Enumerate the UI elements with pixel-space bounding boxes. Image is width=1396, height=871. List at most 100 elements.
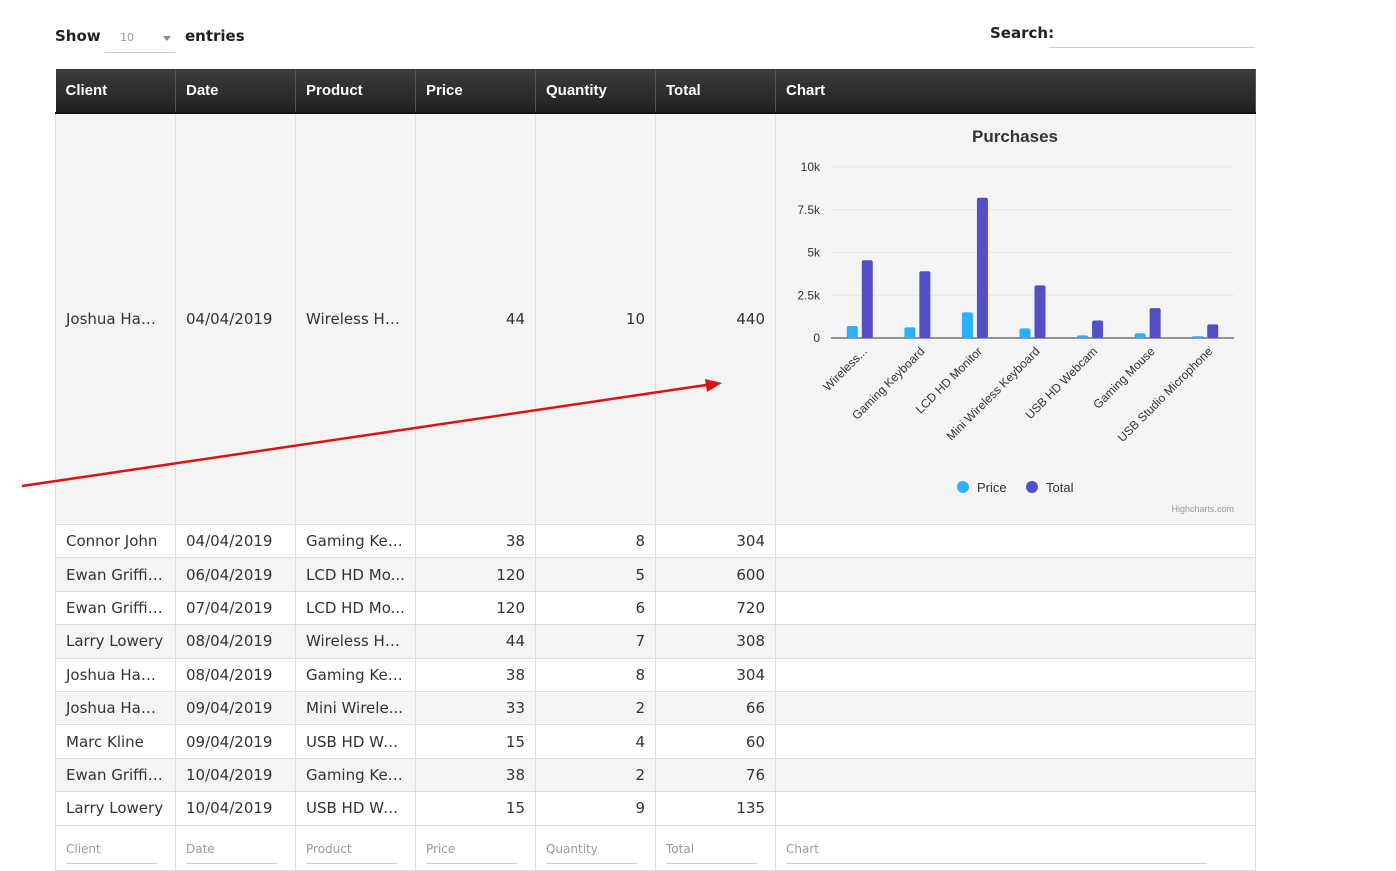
cell-total: 720 — [655, 590, 776, 626]
x-tick-label: Mini Wireless Keyboard — [944, 344, 1043, 443]
cell-price: 38 — [415, 523, 536, 559]
data-table: Client Date Product Price Quantity Total… — [55, 69, 1256, 871]
table-row[interactable]: Joshua Ham... 04/04/2019 Wireless He... … — [55, 112, 1256, 525]
cell-price: 120 — [415, 590, 536, 626]
cell-date: 06/04/2019 — [175, 557, 296, 592]
filter-client-input[interactable] — [66, 835, 157, 864]
cell-date: 08/04/2019 — [175, 657, 296, 692]
table-row[interactable]: Larry Lowery 10/04/2019 USB HD We... 15 9 135 — [55, 791, 1256, 826]
table-row[interactable]: Marc Kline 09/04/2019 USB HD We... 15 4 60 — [55, 724, 1256, 759]
table-row[interactable]: Ewan Griffiths 10/04/2019 Gaming Key... 38 2… — [55, 757, 1256, 793]
table-row[interactable]: Ewan Griffiths 07/04/2019 LCD HD Mo... 120 6… — [55, 590, 1256, 626]
filter-price-input[interactable] — [426, 835, 517, 864]
y-tick-label: 2.5k — [797, 288, 821, 302]
cell-product: LCD HD Mo... — [295, 557, 416, 592]
table-row[interactable]: Ewan Griffiths 06/04/2019 LCD HD Mo... 120 5… — [55, 557, 1256, 592]
column-header-quantity[interactable]: Quantity — [535, 69, 656, 114]
cell-client: Ewan Griffiths — [55, 757, 176, 793]
table-row[interactable]: Larry Lowery 08/04/2019 Wireless He... 44 7 3… — [55, 624, 1256, 659]
table-row[interactable]: Joshua Ham... 08/04/2019 Gaming Key... 38 8 3… — [55, 657, 1256, 692]
cell-total: 60 — [655, 724, 776, 759]
cell-price: 38 — [415, 757, 536, 793]
filter-chart-input[interactable] — [786, 835, 1207, 864]
search-label: Search: — [990, 24, 1055, 42]
entries-label: entries — [185, 27, 245, 45]
cell-date: 04/04/2019 — [175, 523, 296, 559]
cell-product: Gaming Key... — [295, 523, 416, 559]
cell-date: 04/04/2019 — [175, 112, 296, 525]
cell-date: 08/04/2019 — [175, 624, 296, 659]
cell-client: Joshua Ham... — [55, 657, 176, 692]
cell-product: LCD HD Mo... — [295, 590, 416, 626]
cell-client: Ewan Griffiths — [55, 557, 176, 592]
cell-price: 44 — [415, 112, 536, 525]
bar-total — [919, 271, 931, 338]
cell-date: 10/04/2019 — [175, 791, 296, 826]
cell-total: 440 — [655, 112, 776, 525]
cell-chart — [775, 523, 1256, 559]
filter-quantity-input[interactable] — [546, 835, 637, 864]
cell-chart — [775, 757, 1256, 793]
cell-total: 308 — [655, 624, 776, 659]
cell-product: Wireless He... — [295, 624, 416, 659]
cell-client: Joshua Ham... — [55, 690, 176, 726]
cell-chart — [775, 557, 1256, 592]
column-header-client[interactable]: Client — [55, 69, 176, 114]
cell-quantity: 5 — [535, 557, 656, 592]
cell-total: 76 — [655, 757, 776, 793]
bar-price — [846, 326, 858, 338]
cell-client: Marc Kline — [55, 724, 176, 759]
cell-chart — [775, 791, 1256, 826]
filter-product-input[interactable] — [306, 835, 397, 864]
cell-client: Joshua Ham... — [55, 112, 176, 525]
search-input[interactable] — [1049, 22, 1255, 48]
table-row[interactable]: Joshua Ham... 09/04/2019 Mini Wirele... 33 2… — [55, 690, 1256, 726]
bar-price — [904, 327, 916, 338]
cell-price: 120 — [415, 557, 536, 592]
chevron-down-icon — [163, 36, 171, 41]
legend-marker-price — [957, 481, 969, 493]
column-header-date[interactable]: Date — [175, 69, 296, 114]
bar-total — [1092, 320, 1104, 338]
cell-chart — [775, 624, 1256, 659]
bar-total — [1207, 324, 1219, 338]
header-row: Client Date Product Price Quantity Total… — [55, 69, 1256, 114]
cell-quantity: 2 — [535, 690, 656, 726]
cell-client: Larry Lowery — [55, 791, 176, 826]
column-header-product[interactable]: Product — [295, 69, 416, 114]
cell-total: 304 — [655, 657, 776, 692]
cell-date: 07/04/2019 — [175, 590, 296, 626]
filter-total-input[interactable] — [666, 835, 757, 864]
x-tick-label: USB Studio Microphone — [1115, 344, 1216, 445]
entries-length-select[interactable]: 10 — [105, 25, 175, 53]
bar-price — [1077, 335, 1089, 338]
cell-date: 09/04/2019 — [175, 724, 296, 759]
cell-quantity: 6 — [535, 590, 656, 626]
legend-label-price: Price — [977, 480, 1007, 495]
chart-cell: Purchases 0 2.5k 5k 7.5k 10k Wireless... Gaming… — [775, 112, 1256, 525]
cell-quantity: 9 — [535, 791, 656, 826]
bar-price — [961, 312, 973, 338]
cell-quantity: 8 — [535, 657, 656, 692]
column-header-price[interactable]: Price — [415, 69, 536, 114]
cell-product: Wireless He... — [295, 112, 416, 525]
filter-date-input[interactable] — [186, 835, 277, 864]
legend-label-total: Total — [1046, 480, 1074, 495]
cell-price: 38 — [415, 657, 536, 692]
bar-total — [861, 260, 873, 338]
cell-product: USB HD We... — [295, 791, 416, 826]
bar-total — [1149, 308, 1161, 338]
column-header-chart[interactable]: Chart — [775, 69, 1256, 114]
cell-total: 600 — [655, 557, 776, 592]
cell-quantity: 7 — [535, 624, 656, 659]
table-controls: Show 10 entries Search: — [55, 22, 1255, 53]
table-row[interactable]: Connor John 04/04/2019 Gaming Key... 38 8 304 — [55, 523, 1256, 559]
y-tick-label: 7.5k — [797, 203, 821, 217]
cell-price: 15 — [415, 791, 536, 826]
column-header-total[interactable]: Total — [655, 69, 776, 114]
cell-client: Larry Lowery — [55, 624, 176, 659]
cell-quantity: 8 — [535, 523, 656, 559]
cell-chart — [775, 690, 1256, 726]
bar-price — [1019, 328, 1031, 338]
bar-total — [1034, 285, 1046, 338]
